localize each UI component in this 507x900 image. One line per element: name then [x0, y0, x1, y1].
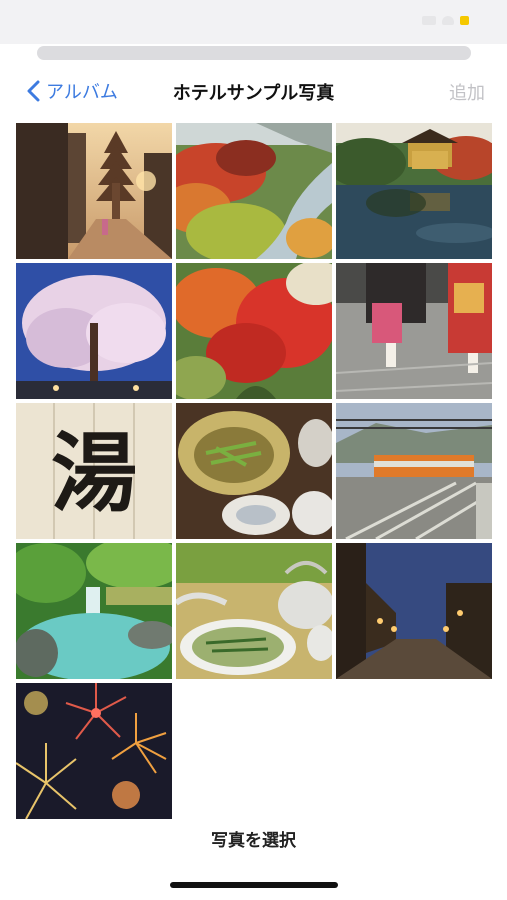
photo-thumbnail-noren-curtain[interactable]: 湯 [16, 403, 172, 539]
photo-thumbnail-night-street[interactable] [336, 543, 492, 679]
photo-thumbnail-hot-spring[interactable] [16, 543, 172, 679]
photo-thumbnail-tea-soup[interactable] [176, 543, 332, 679]
status-icons [422, 16, 469, 25]
photo-thumbnail-pagoda-street[interactable] [16, 123, 172, 259]
select-photos-button[interactable]: 写真を選択 [0, 826, 507, 851]
navigation-bar: アルバム ホテルサンプル写真 追加 [0, 66, 507, 116]
photo-grid: 湯 [16, 123, 492, 819]
page-title: ホテルサンプル写真 [172, 83, 335, 104]
battery-icon [460, 16, 469, 25]
wifi-icon [442, 16, 454, 25]
photo-thumbnail-orange-train[interactable] [336, 403, 492, 539]
add-button[interactable]: 追加 [449, 79, 485, 105]
noren-kanji: 湯 [51, 423, 137, 524]
photo-thumbnail-cherry-tree[interactable] [16, 263, 172, 399]
sheet-grabber[interactable] [37, 46, 471, 60]
cellular-signal-icon [422, 16, 436, 25]
photo-thumbnail-kimono-walkers[interactable] [336, 263, 492, 399]
photo-thumbnail-kaiseki-dishes[interactable] [176, 403, 332, 539]
photo-thumbnail-autumn-valley[interactable] [176, 123, 332, 259]
photo-thumbnail-maple-leaves[interactable] [176, 263, 332, 399]
status-bar [0, 0, 507, 44]
photo-thumbnail-golden-pavilion[interactable] [336, 123, 492, 259]
home-indicator [170, 882, 338, 888]
photo-thumbnail-fireworks[interactable] [16, 683, 172, 819]
